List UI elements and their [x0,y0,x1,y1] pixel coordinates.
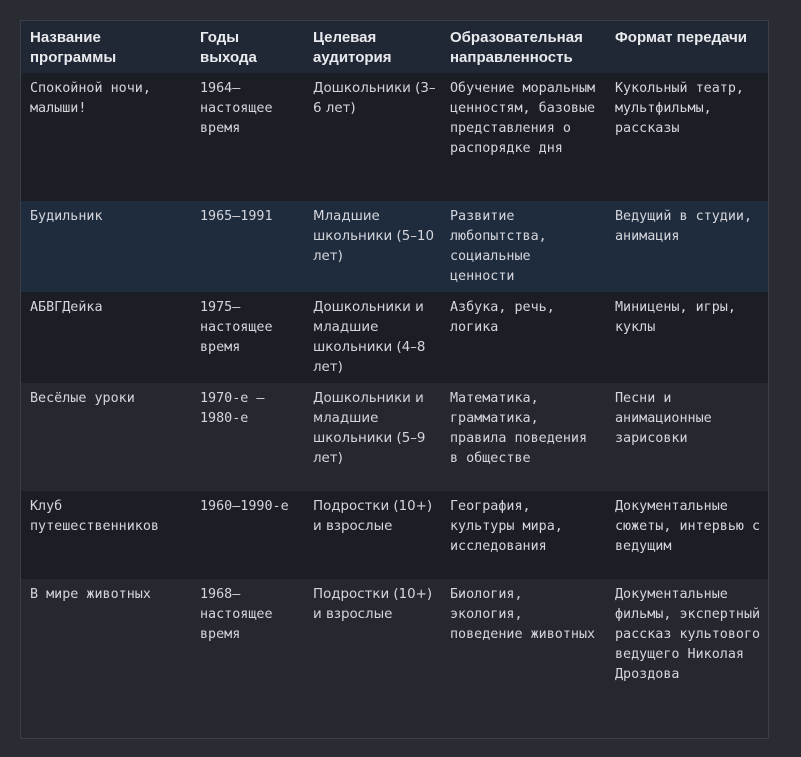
table-row: Клуб путешественников 1960–1990-е Подрос… [21,491,768,579]
cell-educational-focus: Математика, грамматика, правила поведени… [440,383,605,491]
cell-format: Кукольный театр, мультфильмы, рассказы [605,73,768,201]
cell-educational-focus: Биология, экология, поведение животных [440,579,605,738]
cell-audience: Дошкольники (3–6 лет) [303,73,440,201]
cell-program-name: АБВГДейка [21,292,190,383]
cell-format: Документальные сюжеты, интервью с ведущи… [605,491,768,579]
cell-audience: Дошкольники и младшие школьники (5–9 лет… [303,383,440,491]
cell-years: 1975–настоящее время [190,292,303,383]
header-years: Годы выхода [190,21,303,73]
cell-educational-focus: География, культуры мира, исследования [440,491,605,579]
cell-format: Документальные фильмы, экспертный расска… [605,579,768,738]
header-format: Формат передачи [605,21,768,73]
cell-program-name: Будильник [21,201,190,292]
table-container: Название программы Годы выхода Целевая а… [20,20,769,739]
table-row: АБВГДейка 1975–настоящее время Дошкольни… [21,292,768,383]
cell-format: Песни и анимационные зарисовки [605,383,768,491]
cell-format: Ведущий в студии, анимация [605,201,768,292]
header-audience: Целевая аудитория [303,21,440,73]
header-program-name: Название программы [21,21,190,73]
table-row: Будильник 1965–1991 Младшие школьники (5… [21,201,768,292]
header-educational-focus: Образовательная направленность [440,21,605,73]
cell-program-name: В мире животных [21,579,190,738]
cell-years: 1964–настоящее время [190,73,303,201]
cell-years: 1970-е – 1980-е [190,383,303,491]
cell-audience: Подростки (10+) и взрослые [303,579,440,738]
cell-program-name: Спокойной ночи, малыши! [21,73,190,201]
cell-educational-focus: Азбука, речь, логика [440,292,605,383]
cell-years: 1960–1990-е [190,491,303,579]
cell-program-name: Весёлые уроки [21,383,190,491]
cell-audience: Младшие школьники (5–10 лет) [303,201,440,292]
table-header-row: Название программы Годы выхода Целевая а… [21,21,768,73]
table-row: Спокойной ночи, малыши! 1964–настоящее в… [21,73,768,201]
cell-educational-focus: Обучение моральным ценностям, базовые пр… [440,73,605,201]
table-row: В мире животных 1968–настоящее время Под… [21,579,768,738]
cell-audience: Подростки (10+) и взрослые [303,491,440,579]
cell-years: 1965–1991 [190,201,303,292]
cell-years: 1968–настоящее время [190,579,303,738]
cell-program-name: Клуб путешественников [21,491,190,579]
cell-format: Миницены, игры, куклы [605,292,768,383]
cell-audience: Дошкольники и младшие школьники (4–8 лет… [303,292,440,383]
table-row: Весёлые уроки 1970-е – 1980-е Дошкольник… [21,383,768,491]
programs-table: Название программы Годы выхода Целевая а… [21,21,768,738]
cell-educational-focus: Развитие любопытства, социальные ценност… [440,201,605,292]
